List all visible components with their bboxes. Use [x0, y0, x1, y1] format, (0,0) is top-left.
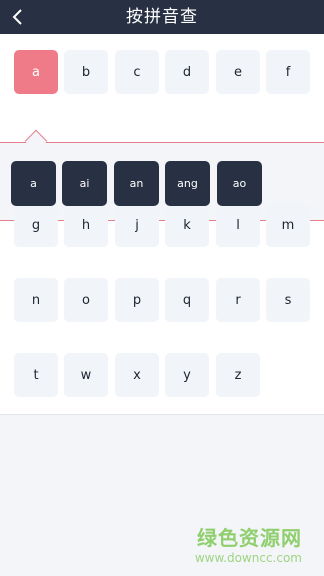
page-title: 按拼音查	[126, 7, 198, 27]
letter-key-s[interactable]: s	[266, 278, 310, 322]
letter-key-f[interactable]: f	[266, 50, 310, 94]
letter-key-l[interactable]: l	[216, 203, 260, 247]
letter-key-x[interactable]: x	[115, 353, 159, 397]
letter-key-n[interactable]: n	[14, 278, 58, 322]
letter-key-t[interactable]: t	[14, 353, 58, 397]
letter-key-w[interactable]: w	[64, 353, 108, 397]
final-key-ao[interactable]: ao	[217, 161, 262, 206]
final-key-ai[interactable]: ai	[62, 161, 107, 206]
divider	[0, 414, 324, 415]
letter-key-b[interactable]: b	[64, 50, 108, 94]
letter-key-d[interactable]: d	[165, 50, 209, 94]
letter-key-k[interactable]: k	[165, 203, 209, 247]
letter-key-y[interactable]: y	[165, 353, 209, 397]
letter-key-e[interactable]: e	[216, 50, 260, 94]
letter-key-a[interactable]: a	[14, 50, 58, 94]
final-key-ang[interactable]: ang	[165, 161, 210, 206]
letter-key-m[interactable]: m	[266, 203, 310, 247]
watermark-url: www.downcc.com	[194, 551, 302, 565]
letter-key-c[interactable]: c	[115, 50, 159, 94]
letter-key-j[interactable]: j	[115, 203, 159, 247]
letter-key-h[interactable]: h	[64, 203, 108, 247]
letter-key-g[interactable]: g	[14, 203, 58, 247]
final-key-an[interactable]: an	[114, 161, 159, 206]
letter-key-z[interactable]: z	[216, 353, 260, 397]
header-bar: 按拼音查	[0, 0, 324, 34]
letter-grid: a b c d e f a ai an ang ao g h j k l m n…	[0, 34, 324, 414]
letter-key-q[interactable]: q	[165, 278, 209, 322]
watermark: 绿色资源网 www.downcc.com	[195, 522, 302, 565]
letter-key-p[interactable]: p	[115, 278, 159, 322]
final-key-a[interactable]: a	[11, 161, 56, 206]
watermark-text: 绿色资源网	[197, 526, 302, 550]
letter-key-r[interactable]: r	[216, 278, 260, 322]
letter-key-o[interactable]: o	[64, 278, 108, 322]
